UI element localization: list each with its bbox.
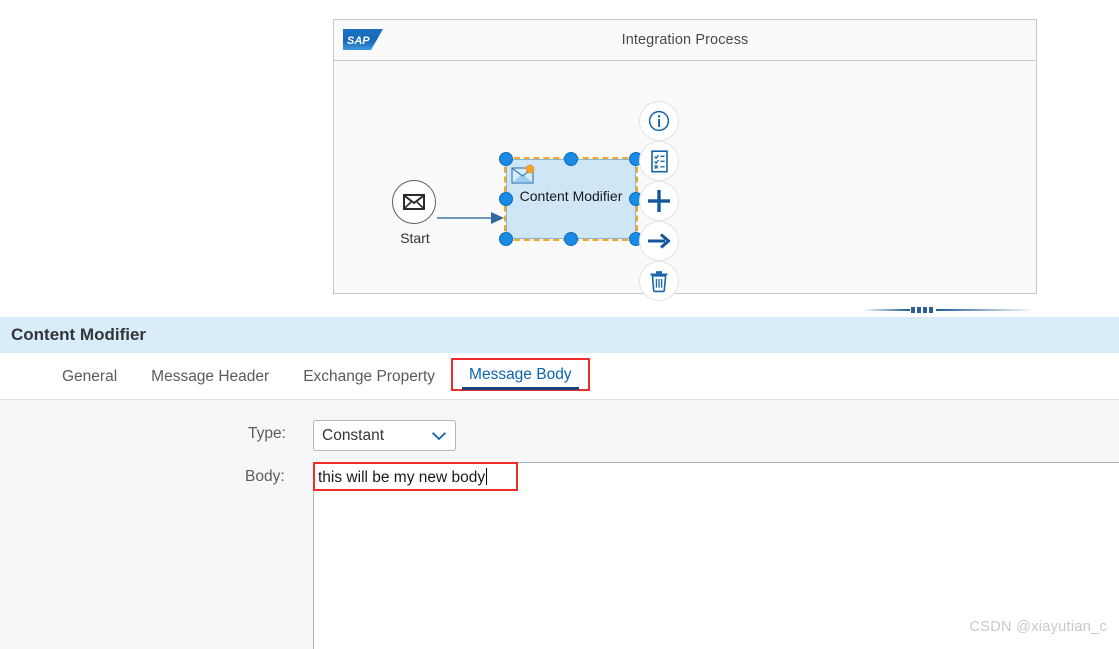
sap-logo-icon: SAP — [343, 29, 383, 50]
grip-dot — [923, 307, 927, 313]
message-body-form: Type: Constant Body: this will be my new… — [0, 400, 1119, 649]
connector-icon-button[interactable] — [639, 221, 679, 261]
body-textarea-value: this will be my new body — [318, 469, 486, 486]
resize-handle-top-center[interactable] — [564, 152, 578, 166]
properties-checklist-icon — [650, 149, 668, 173]
splitter-line-left — [862, 309, 910, 311]
start-node[interactable]: Start — [392, 180, 438, 246]
tab-general[interactable]: General — [45, 353, 134, 400]
grip-dot — [929, 307, 933, 313]
start-node-label: Start — [400, 230, 430, 246]
tabbar: General Message Header Exchange Property… — [0, 353, 1119, 400]
tab-message-body[interactable]: Message Body — [451, 357, 590, 391]
shape-tool-rail — [639, 101, 683, 301]
body-label: Body: — [245, 468, 285, 485]
detail-panel: Content Modifier General Message Header … — [0, 317, 1119, 649]
start-node-circle[interactable] — [392, 180, 436, 224]
plus-icon — [648, 190, 670, 212]
chevron-down-icon — [431, 431, 447, 440]
envelope-icon — [403, 194, 425, 210]
svg-text:SAP: SAP — [347, 35, 370, 47]
splitter-line-right — [936, 309, 1034, 311]
info-icon-button[interactable] — [639, 101, 679, 141]
watermark: CSDN @xiayutian_c — [969, 619, 1107, 635]
add-icon-button[interactable] — [639, 181, 679, 221]
tab-exchange-property[interactable]: Exchange Property — [286, 353, 452, 400]
grip-dot — [917, 307, 921, 313]
grip-dot — [911, 307, 915, 313]
tab-message-header[interactable]: Message Header — [134, 353, 286, 400]
splitter-grip-handle[interactable] — [911, 307, 933, 313]
integration-canvas-panel: SAP Integration Process Start Content Mo… — [333, 19, 1037, 301]
page-title: Content Modifier — [11, 325, 147, 344]
canvas-header: SAP Integration Process — [334, 20, 1036, 61]
resize-handle-bottom-center[interactable] — [564, 232, 578, 246]
delete-icon-button[interactable] — [639, 261, 679, 301]
trash-icon — [650, 271, 668, 293]
detail-title-bar: Content Modifier — [0, 317, 1119, 353]
sequence-flow-connector — [437, 211, 504, 225]
resize-handle-bottom-left[interactable] — [499, 232, 513, 246]
canvas-body[interactable]: Start Content Modifier — [334, 61, 1036, 301]
properties-icon-button[interactable] — [639, 141, 679, 181]
resize-handle-top-left[interactable] — [499, 152, 513, 166]
text-caret — [486, 468, 488, 485]
type-select[interactable]: Constant — [313, 420, 456, 451]
content-modifier-label: Content Modifier — [519, 188, 623, 204]
message-mapping-icon — [511, 164, 537, 186]
info-icon — [648, 110, 670, 132]
content-modifier-shape[interactable]: Content Modifier — [499, 152, 643, 246]
type-select-value: Constant — [322, 426, 385, 444]
canvas-title: Integration Process — [621, 32, 749, 48]
type-label: Type: — [248, 425, 286, 442]
panel-splitter[interactable] — [0, 303, 1119, 317]
type-row: Type: Constant — [0, 420, 1119, 451]
resize-handle-middle-left[interactable] — [499, 192, 513, 206]
arrow-right-icon — [648, 233, 671, 249]
